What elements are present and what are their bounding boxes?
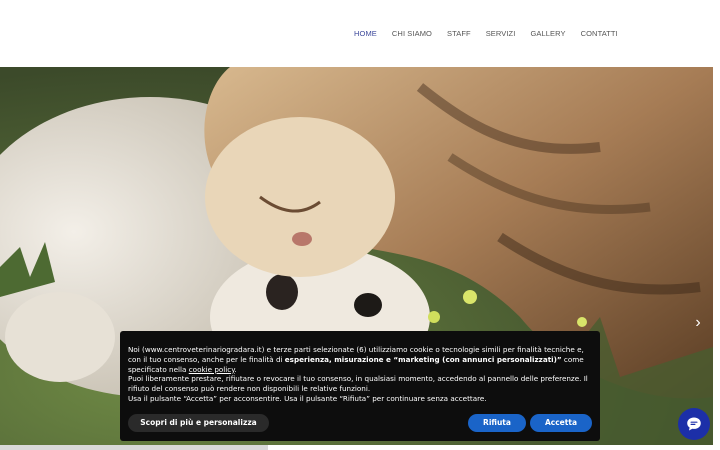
slider-next-arrow[interactable]: › bbox=[691, 315, 705, 331]
nav-chi-siamo[interactable]: CHI SIAMO bbox=[392, 29, 432, 38]
cookie-message: Noi (www.centroveterinariogradara.it) e … bbox=[128, 345, 592, 404]
nav-staff[interactable]: STAFF bbox=[447, 29, 471, 38]
cookie-text-3: . bbox=[234, 364, 237, 374]
accept-button[interactable]: Accetta bbox=[530, 414, 592, 432]
cookie-banner: Noi (www.centroveterinariogradara.it) e … bbox=[120, 331, 600, 441]
cookie-line-3: Usa il pulsante “Accetta” per acconsenti… bbox=[128, 393, 487, 403]
nav-contatti[interactable]: CONTATTI bbox=[581, 29, 618, 38]
nav-gallery[interactable]: GALLERY bbox=[530, 29, 565, 38]
reject-button[interactable]: Rifiuta bbox=[468, 414, 526, 432]
page-edge bbox=[713, 67, 720, 450]
cookie-policy-link[interactable]: cookie policy bbox=[189, 365, 235, 374]
nav-home[interactable]: HOME bbox=[354, 29, 377, 38]
nav-servizi[interactable]: SERVIZI bbox=[486, 29, 516, 38]
cookie-text-bold: esperienza, misurazione e “marketing (co… bbox=[284, 354, 562, 364]
chat-icon bbox=[687, 417, 701, 431]
hero-bottom-strip bbox=[0, 445, 268, 450]
site-header: HOME CHI SIAMO STAFF SERVIZI GALLERY CON… bbox=[0, 0, 720, 67]
cookie-line-2: Puoi liberamente prestare, rifiutare o r… bbox=[128, 374, 588, 394]
customize-button[interactable]: Scopri di più e personalizza bbox=[128, 414, 269, 432]
chat-button[interactable] bbox=[678, 408, 710, 440]
main-nav: HOME CHI SIAMO STAFF SERVIZI GALLERY CON… bbox=[354, 29, 633, 38]
